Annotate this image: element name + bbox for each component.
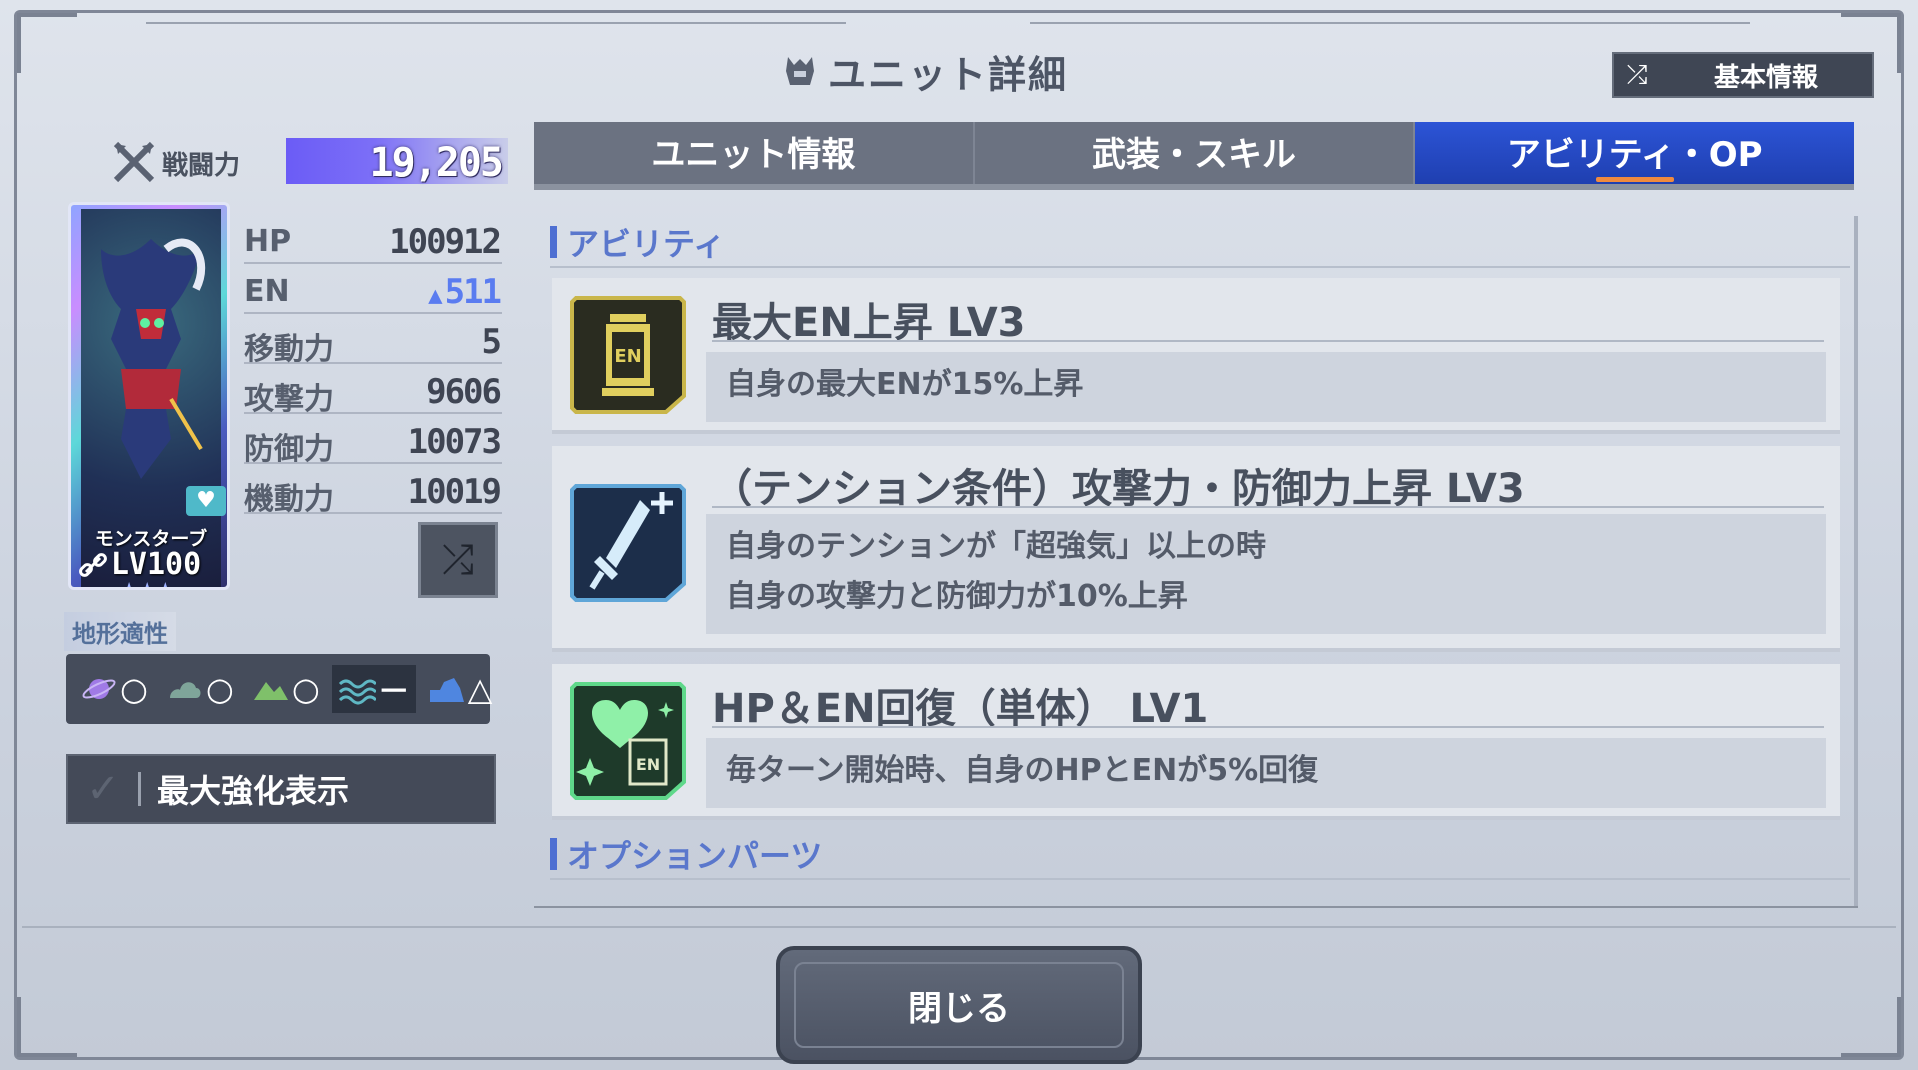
terrain-space: ○ — [74, 665, 154, 713]
mecha-head-icon — [786, 57, 814, 85]
section-option-parts-title: オプションパーツ — [567, 837, 823, 875]
air-icon — [169, 682, 201, 698]
unit-stars: ★★★ — [121, 579, 176, 590]
ability-card[interactable]: EN HP＆EN回復（単体） LV1 毎ターン開始時、自身のHPとENが5%回復 — [552, 664, 1840, 820]
tab-weapons-skills[interactable]: 武装・スキル — [972, 122, 1414, 184]
unit-portrait — [101, 238, 206, 479]
stat-row-en: EN ▲ 511 — [244, 266, 502, 314]
stat-label: 攻撃力 — [244, 382, 334, 417]
stat-value: 10073 — [407, 422, 502, 462]
crossed-swords-icon — [113, 141, 155, 183]
space-icon — [82, 679, 116, 699]
tab-unit-info[interactable]: ユニット情報 — [534, 122, 973, 184]
page-title: ユニット詳細 — [828, 52, 1069, 97]
ability-description: 自身の最大ENが15%上昇 — [706, 352, 1826, 422]
link-icon — [79, 553, 107, 577]
ability-card[interactable]: EN 最大EN上昇 LV3 自身の最大ENが15%上昇 — [552, 278, 1840, 434]
combat-power-label: 戦闘力 — [162, 151, 241, 181]
underground-icon — [429, 678, 464, 702]
scrollbar[interactable] — [1854, 216, 1858, 906]
terrain-adaptation: ○ ○ ○ － △ — [66, 654, 492, 724]
svg-text:EN: EN — [614, 346, 641, 367]
heart-en-icon: EN — [570, 682, 686, 800]
stat-label: 移動力 — [244, 332, 334, 367]
tab-bar: ユニット情報 武装・スキル アビリティ・OP — [534, 122, 1855, 190]
ability-description: 自身のテンションが「超強気」以上の時 自身の攻撃力と防御力が10%上昇 — [706, 514, 1826, 634]
stat-row-mobility: 機動力 10019 — [244, 466, 502, 517]
terrain-underground: △ — [422, 665, 499, 713]
up-arrow-icon: ▲ — [428, 281, 443, 309]
stat-label: 防御力 — [244, 432, 334, 467]
page-title-wrap: ユニット詳細 — [780, 46, 1069, 97]
stat-label: HP — [244, 224, 292, 259]
terrain-air: ○ — [160, 665, 240, 713]
combat-power-value: 19,205 — [369, 140, 504, 186]
stat-row-move: 移動力 5 — [244, 316, 503, 367]
stat-row-attack: 攻撃力 9606 — [244, 366, 502, 417]
close-button[interactable]: 閉じる — [776, 946, 1142, 1064]
heart-icon: ♥ — [186, 486, 226, 516]
land-icon — [253, 682, 288, 700]
terrain-land: ○ — [246, 665, 326, 713]
stat-row-hp: HP 100912 — [244, 216, 502, 264]
close-label: 閉じる — [908, 988, 1010, 1029]
stat-value: 9606 — [426, 372, 502, 412]
max-enhance-label: 最大強化表示 — [157, 772, 350, 810]
sword-plus-icon — [570, 484, 686, 602]
stat-value: ▲ 511 — [428, 272, 502, 312]
shuffle-unit-button[interactable]: ⤮ — [418, 522, 498, 598]
combat-power-bar: 19,205 — [286, 138, 508, 186]
shuffle-icon: ⤮ — [1626, 59, 1648, 90]
max-enhance-toggle[interactable]: ✓ 最大強化表示 — [66, 754, 496, 824]
ability-description: 毎ターン開始時、自身のHPとENが5%回復 — [706, 738, 1826, 808]
ability-card[interactable]: （テンション条件）攻撃力・防御力上昇 LV3 自身のテンションが「超強気」以上の… — [552, 446, 1840, 652]
svg-text:EN: EN — [636, 755, 660, 774]
en-tank-icon: EN — [570, 296, 686, 414]
water-icon — [338, 679, 376, 705]
stat-label: EN — [244, 274, 290, 309]
section-ability-title: アビリティ — [567, 225, 726, 263]
unit-card[interactable]: モンスターブ LV100 ★★★ — [68, 202, 230, 590]
tab-ability-op[interactable]: アビリティ・OP — [1413, 122, 1855, 184]
stat-row-defense: 防御力 10073 — [244, 416, 502, 467]
basic-info-button[interactable]: ⤮ 基本情報 — [1612, 52, 1874, 98]
stat-value: 5 — [481, 322, 503, 362]
stat-value: 10019 — [407, 472, 502, 512]
section-ability-header: アビリティ — [550, 222, 726, 263]
terrain-label: 地形適性 — [64, 612, 176, 651]
ability-panel: アビリティ EN 最大EN上昇 LV3 自身の最大ENが15%上昇 （テンション… — [534, 206, 1858, 912]
basic-info-label: 基本情報 — [1713, 62, 1818, 93]
terrain-water: － — [331, 665, 416, 713]
section-option-parts-header: オプションパーツ — [550, 834, 823, 875]
stat-label: 機動力 — [244, 482, 334, 517]
checkmark-icon: ✓ — [86, 766, 120, 812]
stat-value: 100912 — [389, 222, 502, 262]
